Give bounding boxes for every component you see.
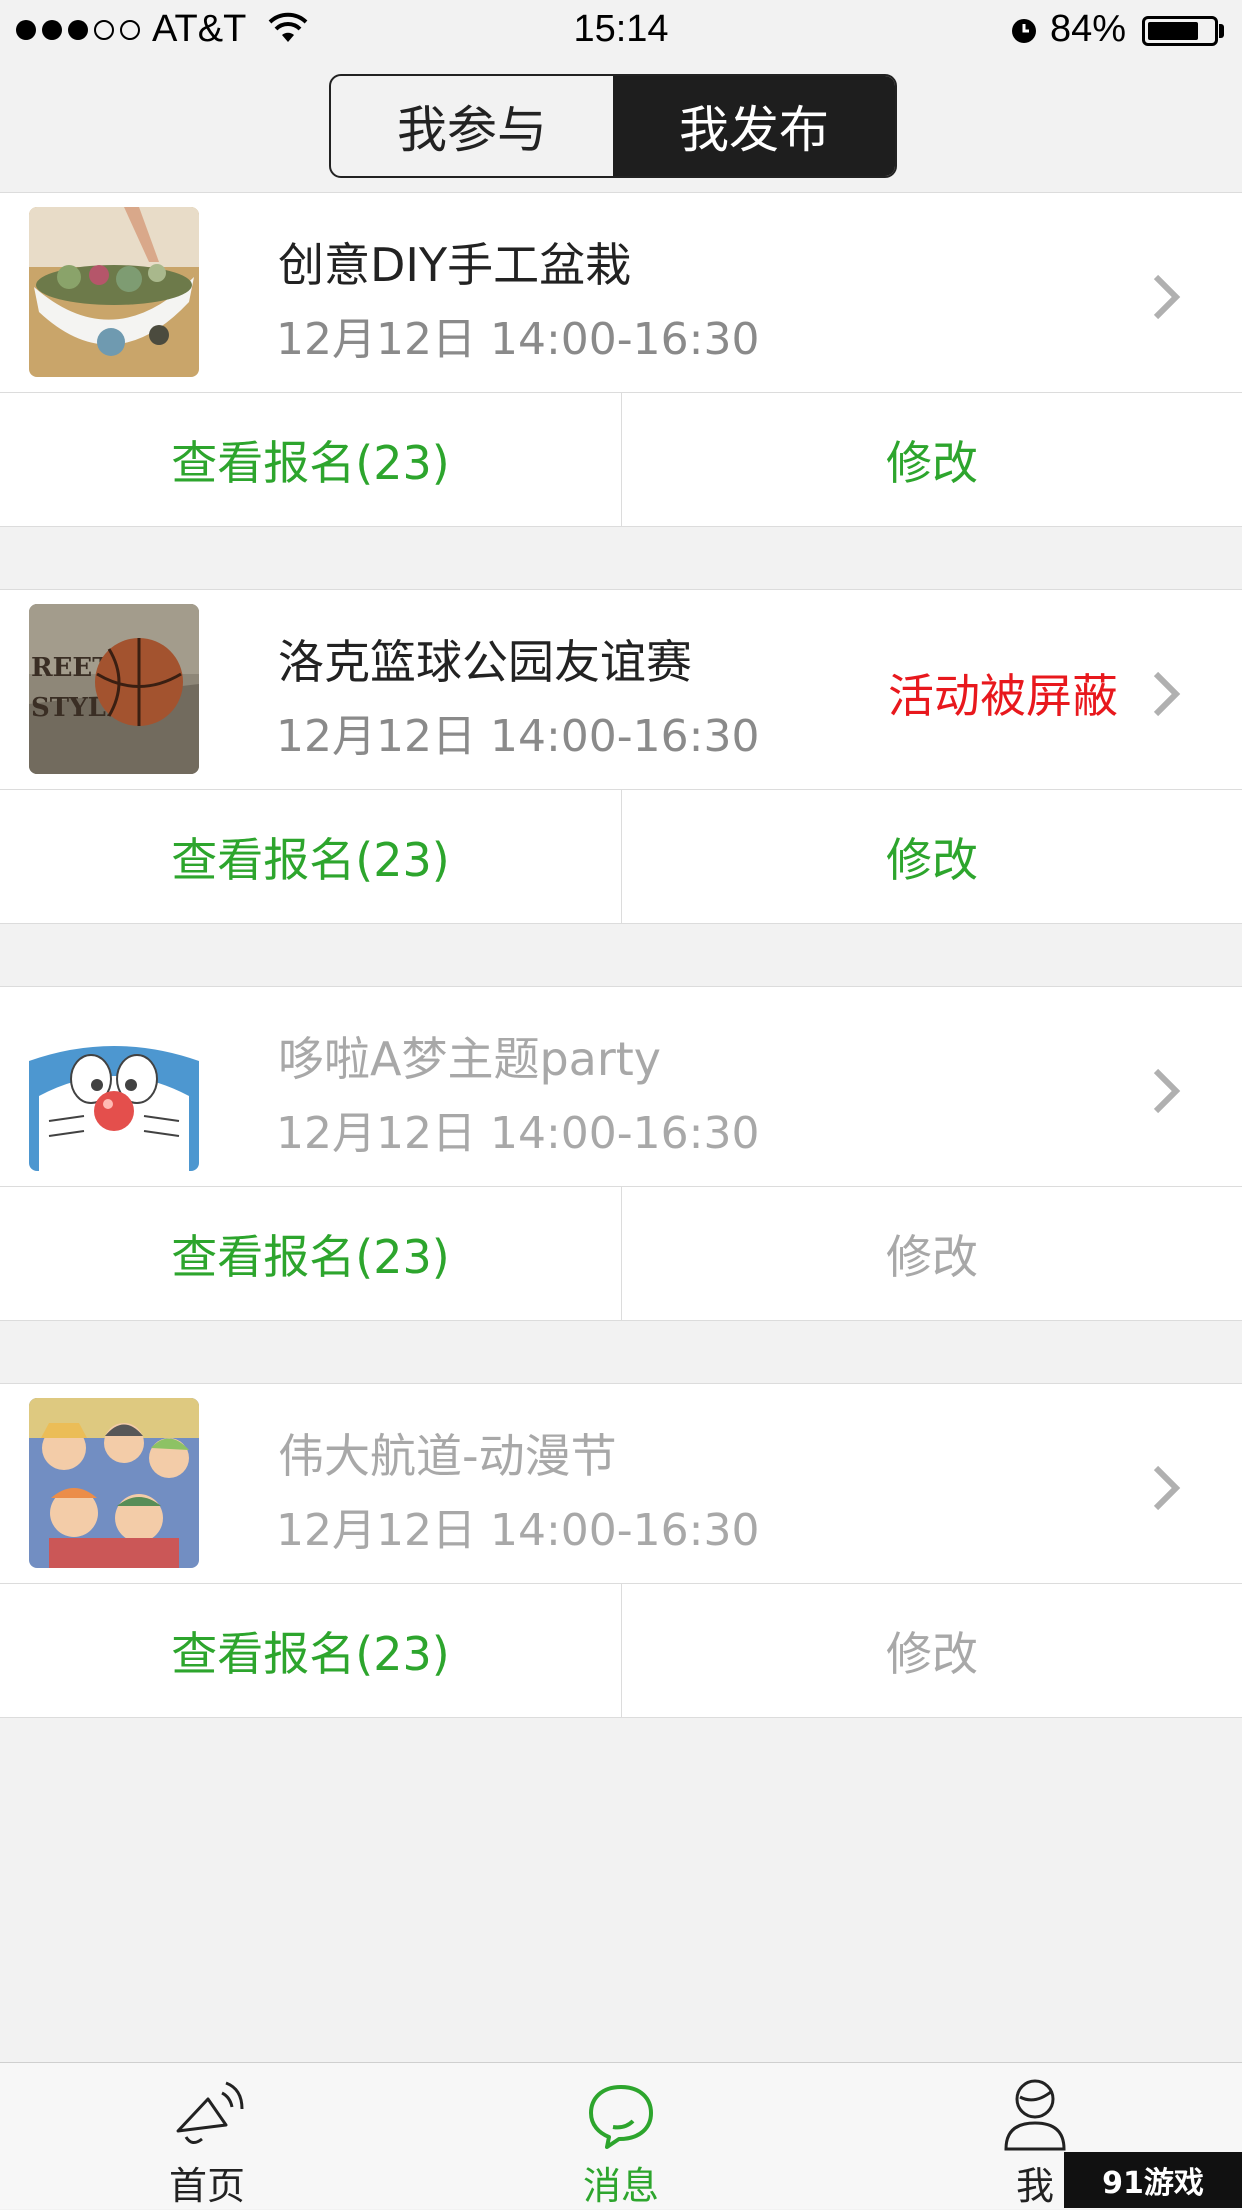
activity-card[interactable]: 哆啦A梦主题party 12月12日 14:00-16:30 查看报名(23) …: [0, 986, 1242, 1321]
edit-button: 修改: [621, 1187, 1242, 1321]
activity-time: 12月12日 14:00-16:30: [276, 1505, 760, 1556]
activity-card[interactable]: 创意DIY手工盆栽 12月12日 14:00-16:30 查看报名(23) 修改: [0, 192, 1242, 527]
view-signups-button[interactable]: 查看报名(23): [0, 790, 621, 924]
header: AT&T 15:14 84% 我参与 我发布: [0, 0, 1242, 193]
activity-time: 12月12日 14:00-16:30: [276, 1108, 760, 1159]
tab-home-label: 首页: [168, 2164, 245, 2208]
tab-participated[interactable]: 我参与: [331, 76, 613, 176]
edit-button: 修改: [621, 1584, 1242, 1718]
chevron-right-icon[interactable]: [1150, 1462, 1184, 1518]
tab-home[interactable]: 首页: [107, 2075, 307, 2210]
view-signups-button[interactable]: 查看报名(23): [0, 1187, 621, 1321]
view-signups-button[interactable]: 查看报名(23): [0, 1584, 621, 1718]
activity-title: 哆啦A梦主题party: [278, 1032, 662, 1086]
activity-thumbnail-succulent: [29, 207, 199, 377]
watermark-logo: 91游戏: [1064, 2152, 1242, 2208]
status-bar: AT&T 15:14 84%: [0, 0, 1242, 60]
edit-button[interactable]: 修改: [621, 790, 1242, 924]
tab-messages[interactable]: 消息: [521, 2075, 721, 2210]
activity-card[interactable]: 伟大航道-动漫节 12月12日 14:00-16:30 查看报名(23) 修改: [0, 1383, 1242, 1718]
status-badge: 活动被屏蔽: [888, 669, 1118, 723]
chevron-right-icon[interactable]: [1150, 1065, 1184, 1121]
megaphone-icon: [107, 2075, 307, 2151]
chevron-right-icon[interactable]: [1150, 668, 1184, 724]
battery-icon: [1142, 16, 1218, 46]
view-signups-button[interactable]: 查看报名(23): [0, 393, 621, 527]
edit-button[interactable]: 修改: [621, 393, 1242, 527]
activity-time: 12月12日 14:00-16:30: [276, 314, 760, 365]
activity-title: 伟大航道-动漫节: [278, 1429, 617, 1483]
chevron-right-icon[interactable]: [1150, 271, 1184, 327]
activity-time: 12月12日 14:00-16:30: [276, 711, 760, 762]
tab-bar: 首页 消息 我: [0, 2062, 1242, 2209]
chat-bubble-icon: [521, 2075, 721, 2151]
activity-thumbnail-doraemon: [29, 1001, 199, 1171]
battery-percent: 84%: [1050, 8, 1127, 50]
activity-title: 创意DIY手工盆栽: [278, 238, 632, 292]
activity-card[interactable]: REET STYLE 洛克篮球公园友谊赛 12月12日 14:00-16:30 …: [0, 589, 1242, 924]
tab-published[interactable]: 我发布: [613, 76, 895, 176]
alarm-icon: [1008, 14, 1040, 55]
activity-thumbnail-anime: [29, 1398, 199, 1568]
activity-thumbnail-basketball: REET STYLE: [29, 604, 199, 774]
person-icon: [935, 2075, 1135, 2151]
tab-messages-label: 消息: [582, 2164, 659, 2208]
activity-title: 洛克篮球公园友谊赛: [278, 635, 692, 689]
segmented-control: 我参与 我发布: [329, 74, 897, 178]
